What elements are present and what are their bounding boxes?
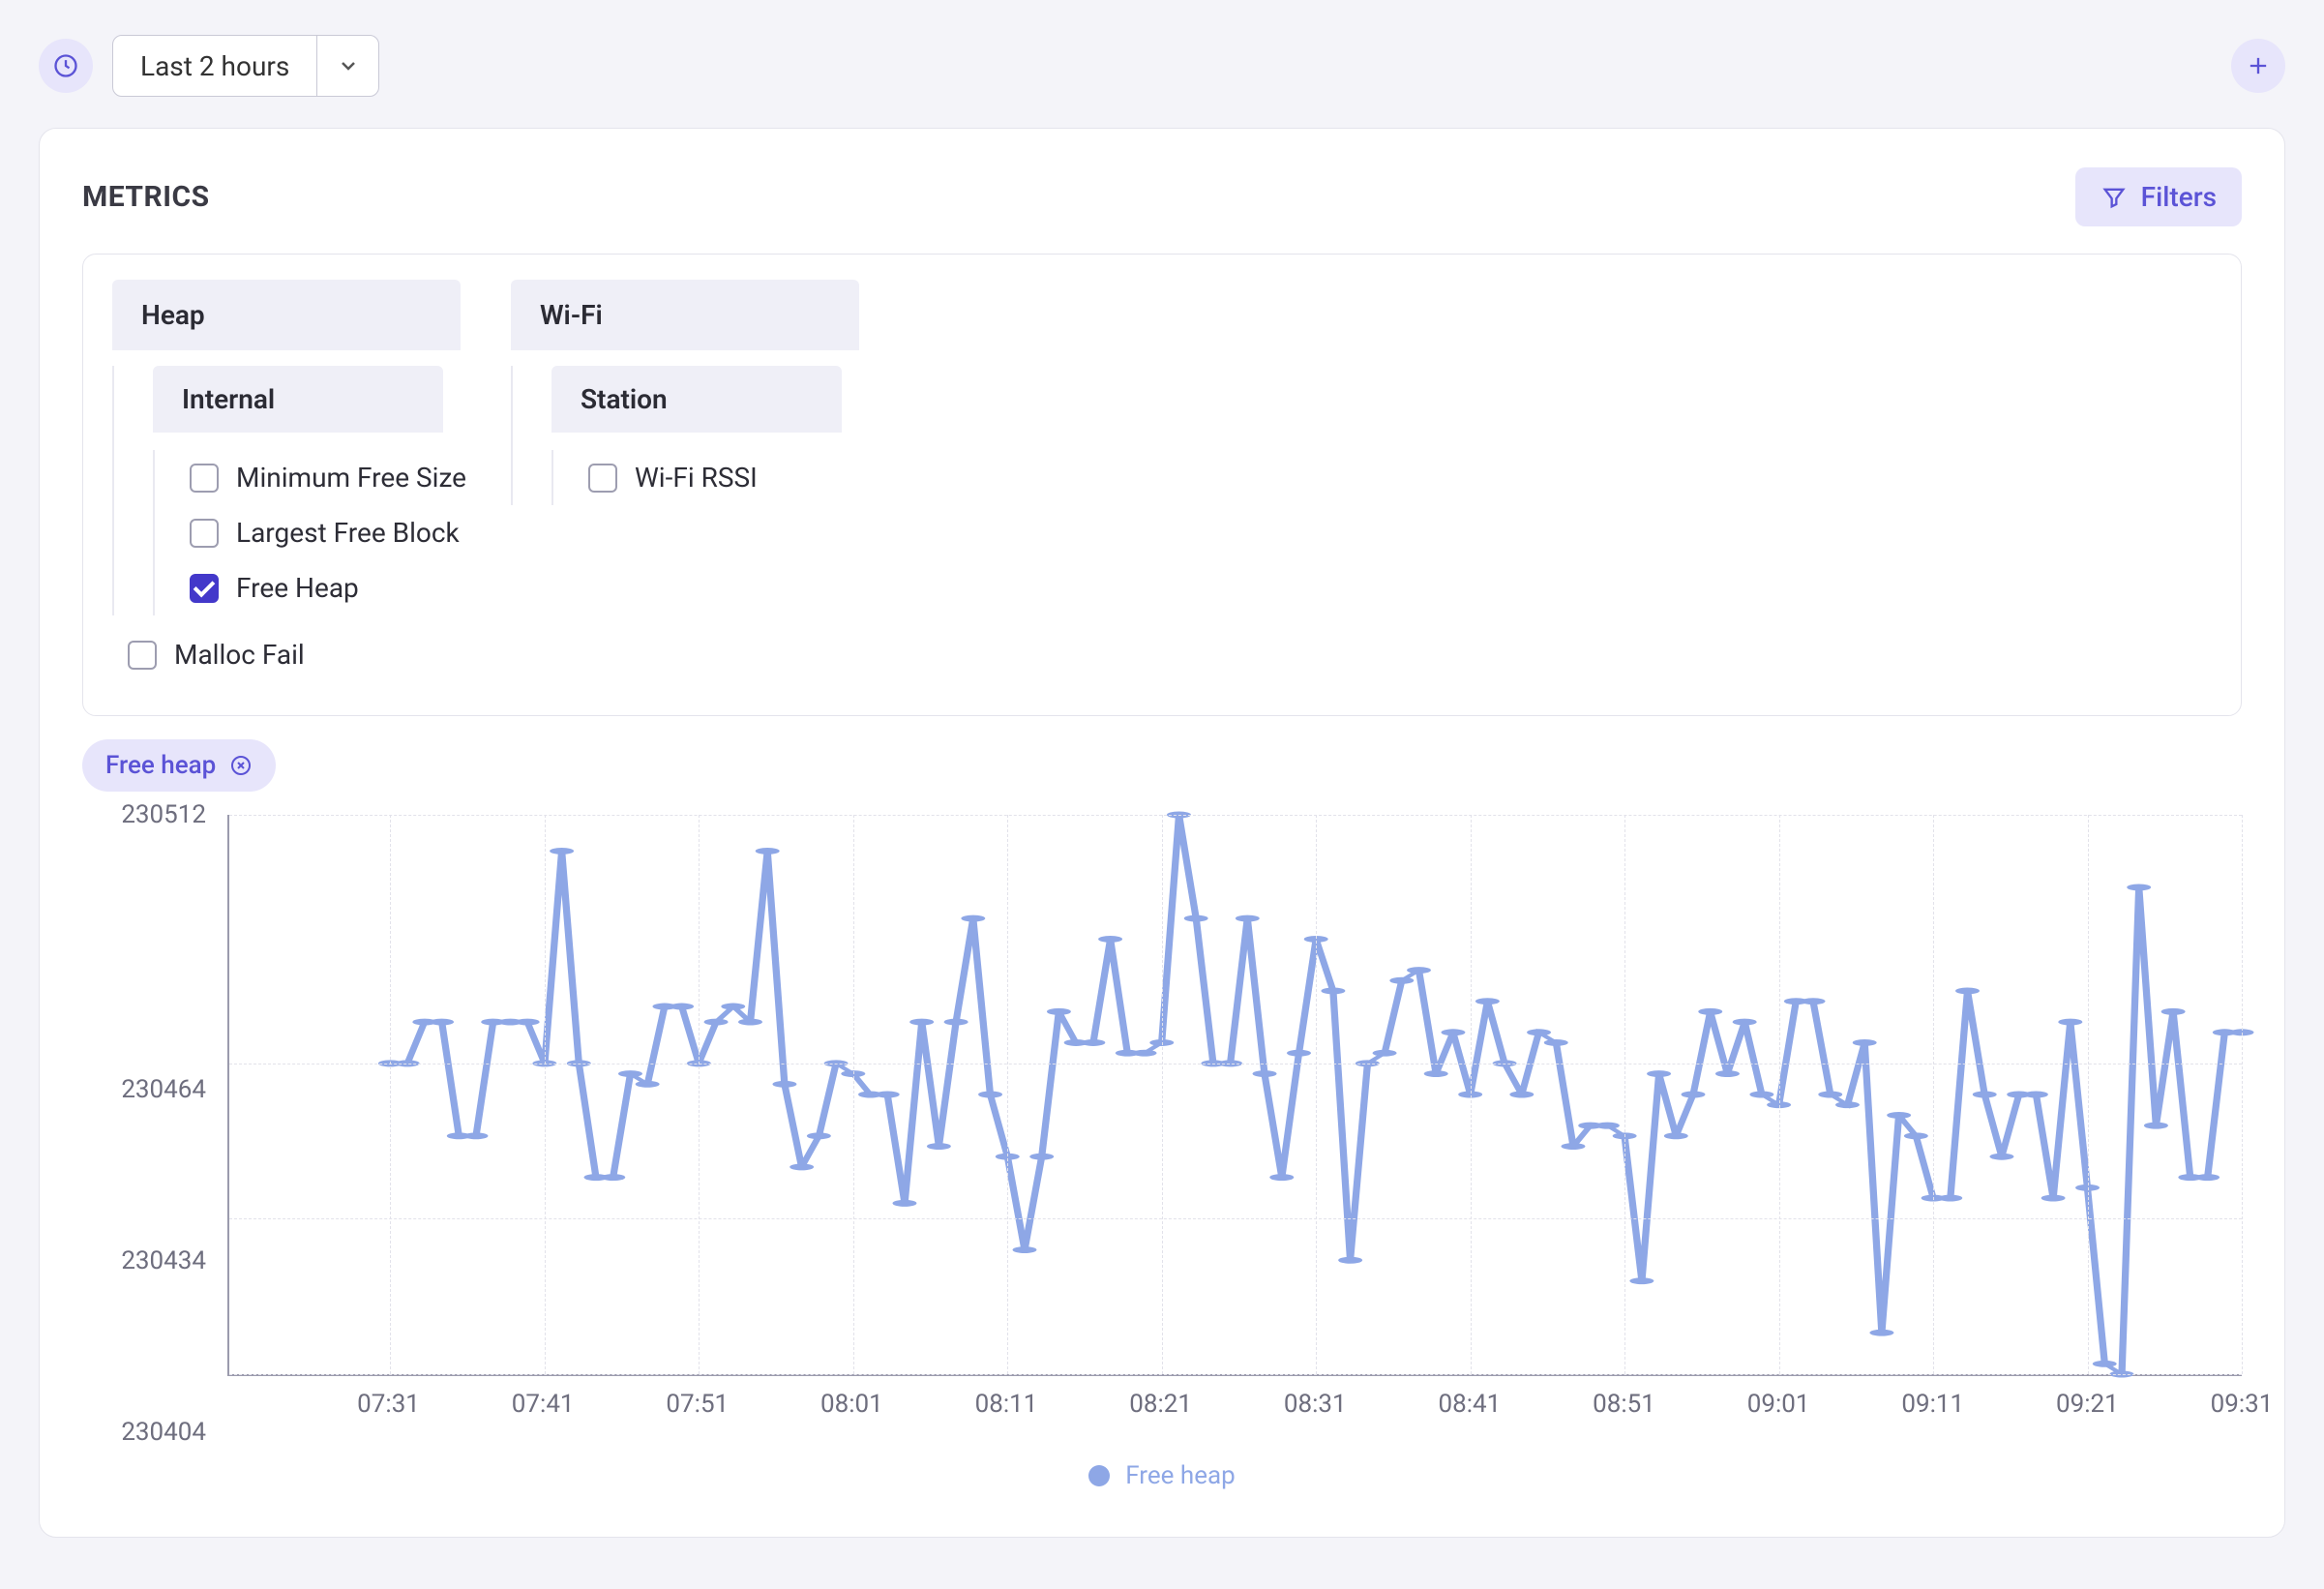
group-label[interactable]: Wi-Fi [511,280,859,350]
chip-label: Free heap [105,751,216,780]
filter-icon [2101,184,2128,211]
metric-label: Largest Free Block [236,517,460,549]
metric-wifi-rssi[interactable]: Wi-Fi RSSI [582,450,859,505]
subgroup-label[interactable]: Station [551,366,842,433]
x-tick: 08:31 [1284,1390,1347,1419]
y-tick: 230512 [121,800,206,829]
legend-label: Free heap [1125,1461,1235,1490]
checkbox-icon [190,574,219,603]
y-axis: 230512230464230434230404 [82,815,218,1432]
chevron-down-icon [337,54,360,77]
metric-tree: Heap Internal Minimum Free Size Largest … [82,254,2242,716]
x-tick: 09:01 [1747,1390,1810,1419]
metric-group-wifi: Wi-Fi Station Wi-Fi RSSI [511,280,859,505]
subgroup-label[interactable]: Internal [153,366,443,433]
metric-label: Wi-Fi RSSI [635,462,758,494]
metric-malloc-fail[interactable]: Malloc Fail [122,627,472,682]
close-icon[interactable] [229,754,253,777]
metric-group-heap: Heap Internal Minimum Free Size Largest … [112,280,472,682]
checkbox-icon [128,641,157,670]
plus-icon [2245,52,2272,79]
metric-free-heap[interactable]: Free Heap [184,560,472,615]
x-tick: 09:31 [2211,1390,2274,1419]
x-tick: 07:31 [357,1390,420,1419]
y-tick: 230434 [121,1246,206,1275]
add-panel-button[interactable] [2231,39,2285,93]
card-title: METRICS [82,180,210,214]
time-range-value: Last 2 hours [113,50,316,82]
x-tick: 07:41 [512,1390,575,1419]
x-tick: 07:51 [666,1390,729,1419]
time-icon-button[interactable] [39,39,93,93]
metric-min-free-size[interactable]: Minimum Free Size [184,450,472,505]
toolbar: Last 2 hours [39,35,2285,97]
group-label[interactable]: Heap [112,280,461,350]
checkbox-icon [190,519,219,548]
y-tick: 230404 [121,1418,206,1447]
legend-marker-icon [1088,1465,1110,1486]
active-filter-chips: Free heap [82,739,2242,792]
checkbox-icon [588,464,617,493]
time-range-select[interactable]: Last 2 hours [112,35,379,97]
x-tick: 08:21 [1129,1390,1192,1419]
filters-button[interactable]: Filters [2075,167,2242,226]
time-range-caret[interactable] [316,36,378,96]
metric-largest-free-block[interactable]: Largest Free Block [184,505,472,560]
filters-label: Filters [2141,181,2217,213]
clock-icon [52,52,79,79]
chart: 230512230464230434230404 07:3107:4107:51… [82,815,2242,1490]
chart-legend: Free heap [82,1461,2242,1490]
metric-label: Free Heap [236,572,359,604]
chip-free-heap[interactable]: Free heap [82,739,276,792]
x-tick: 08:11 [975,1390,1038,1419]
x-axis: 07:3107:4107:5108:0108:1108:2108:3108:41… [227,1376,2242,1415]
card-header: METRICS Filters [82,167,2242,226]
chart-plot-area[interactable] [227,815,2242,1376]
x-tick: 09:21 [2056,1390,2119,1419]
checkbox-icon [190,464,219,493]
metric-label: Malloc Fail [174,639,305,671]
y-tick: 230464 [121,1075,206,1104]
x-tick: 08:41 [1439,1390,1502,1419]
metrics-card: METRICS Filters Heap Internal Minimum Fr… [39,128,2285,1538]
x-tick: 08:51 [1593,1390,1655,1419]
x-tick: 09:11 [1901,1390,1964,1419]
x-tick: 08:01 [820,1390,883,1419]
metric-label: Minimum Free Size [236,462,466,494]
chart-series [229,815,2242,1374]
